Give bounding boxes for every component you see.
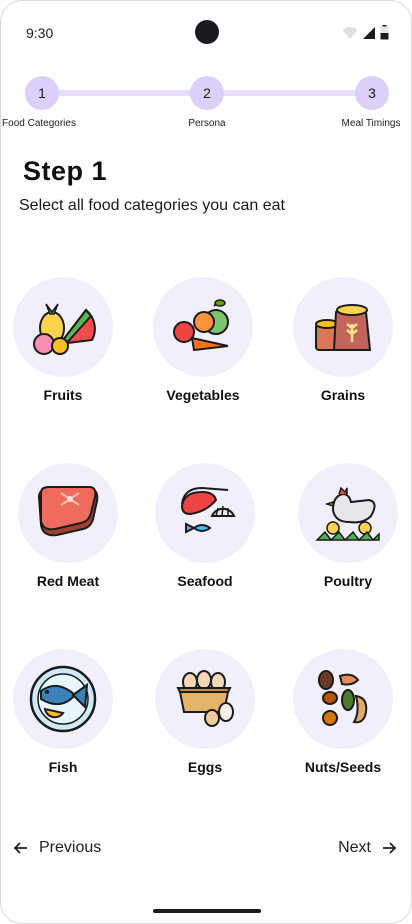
step-3-label: Meal Timings [341,118,401,129]
category-icon-bg [155,649,255,749]
next-label: Next [338,839,371,856]
status-time: 9:30 [26,25,54,41]
category-grains[interactable]: Grains [278,277,408,427]
category-fruits[interactable]: Fruits [1,277,128,427]
step-2-indicator[interactable]: 2 [190,76,224,110]
progress-stepper: 1 Food Categories 2 Persona 3 Meal Timin… [1,76,411,136]
category-nuts-seeds[interactable]: Nuts/Seeds [278,649,408,799]
category-label: Eggs [187,759,223,775]
eggs-icon [176,670,234,727]
category-label: Red Meat [36,573,100,589]
status-bar: 9:30 [1,1,411,65]
category-label: Vegetables [166,387,240,403]
step-1-number: 1 [38,85,46,101]
category-label: Fruits [43,387,83,403]
app-screen: 9:30 1 Food Categories 2 Persona 3 Meal … [0,0,412,924]
category-poultry[interactable]: Poultry [283,463,411,613]
category-label: Nuts/Seeds [304,759,382,775]
fruits-icon [33,303,96,355]
poultry-icon [315,486,380,542]
category-red-meat[interactable]: Red Meat [3,463,133,613]
signal-icon [363,26,375,39]
previous-button[interactable]: Previous [13,839,101,857]
category-eggs[interactable]: Eggs [140,649,270,799]
grains-icon [315,304,372,351]
category-seafood[interactable]: Seafood [140,463,270,613]
next-button[interactable]: Next [338,839,397,857]
red-meat-icon [37,486,99,537]
category-vegetables[interactable]: Vegetables [138,277,268,427]
previous-label: Previous [39,839,102,856]
category-icon-bg [298,463,398,563]
arrow-right-icon [383,842,397,854]
home-indicator[interactable] [153,909,261,913]
page-subtitle: Select all food categories you can eat [19,197,285,214]
step-1-indicator[interactable]: 1 [25,76,59,110]
step-2-number: 2 [203,85,211,101]
step-2-label: Persona [188,118,226,129]
category-icon-bg [155,463,255,563]
step-3-number: 3 [368,85,376,101]
status-icons [342,25,389,40]
arrow-left-icon [13,842,27,854]
fish-icon [29,665,97,733]
category-icon-bg [13,277,113,377]
nuts-seeds-icon [318,670,368,726]
category-label: Poultry [323,573,373,589]
category-label: Grains [320,387,366,403]
wifi-icon [342,26,358,39]
category-label: Fish [48,759,78,775]
category-icon-bg [153,277,253,377]
battery-icon [380,25,389,40]
step-3-indicator[interactable]: 3 [355,76,389,110]
category-icon-bg [293,277,393,377]
category-fish[interactable]: Fish [1,649,128,799]
page-title: Step 1 [23,156,108,186]
category-label: Seafood [177,573,233,589]
seafood-icon [180,486,236,534]
step-1-label: Food Categories [2,118,76,129]
category-icon-bg [18,463,118,563]
vegetables-icon [173,299,229,352]
camera-cutout [195,20,219,44]
category-icon-bg [13,649,113,749]
category-icon-bg [293,649,393,749]
